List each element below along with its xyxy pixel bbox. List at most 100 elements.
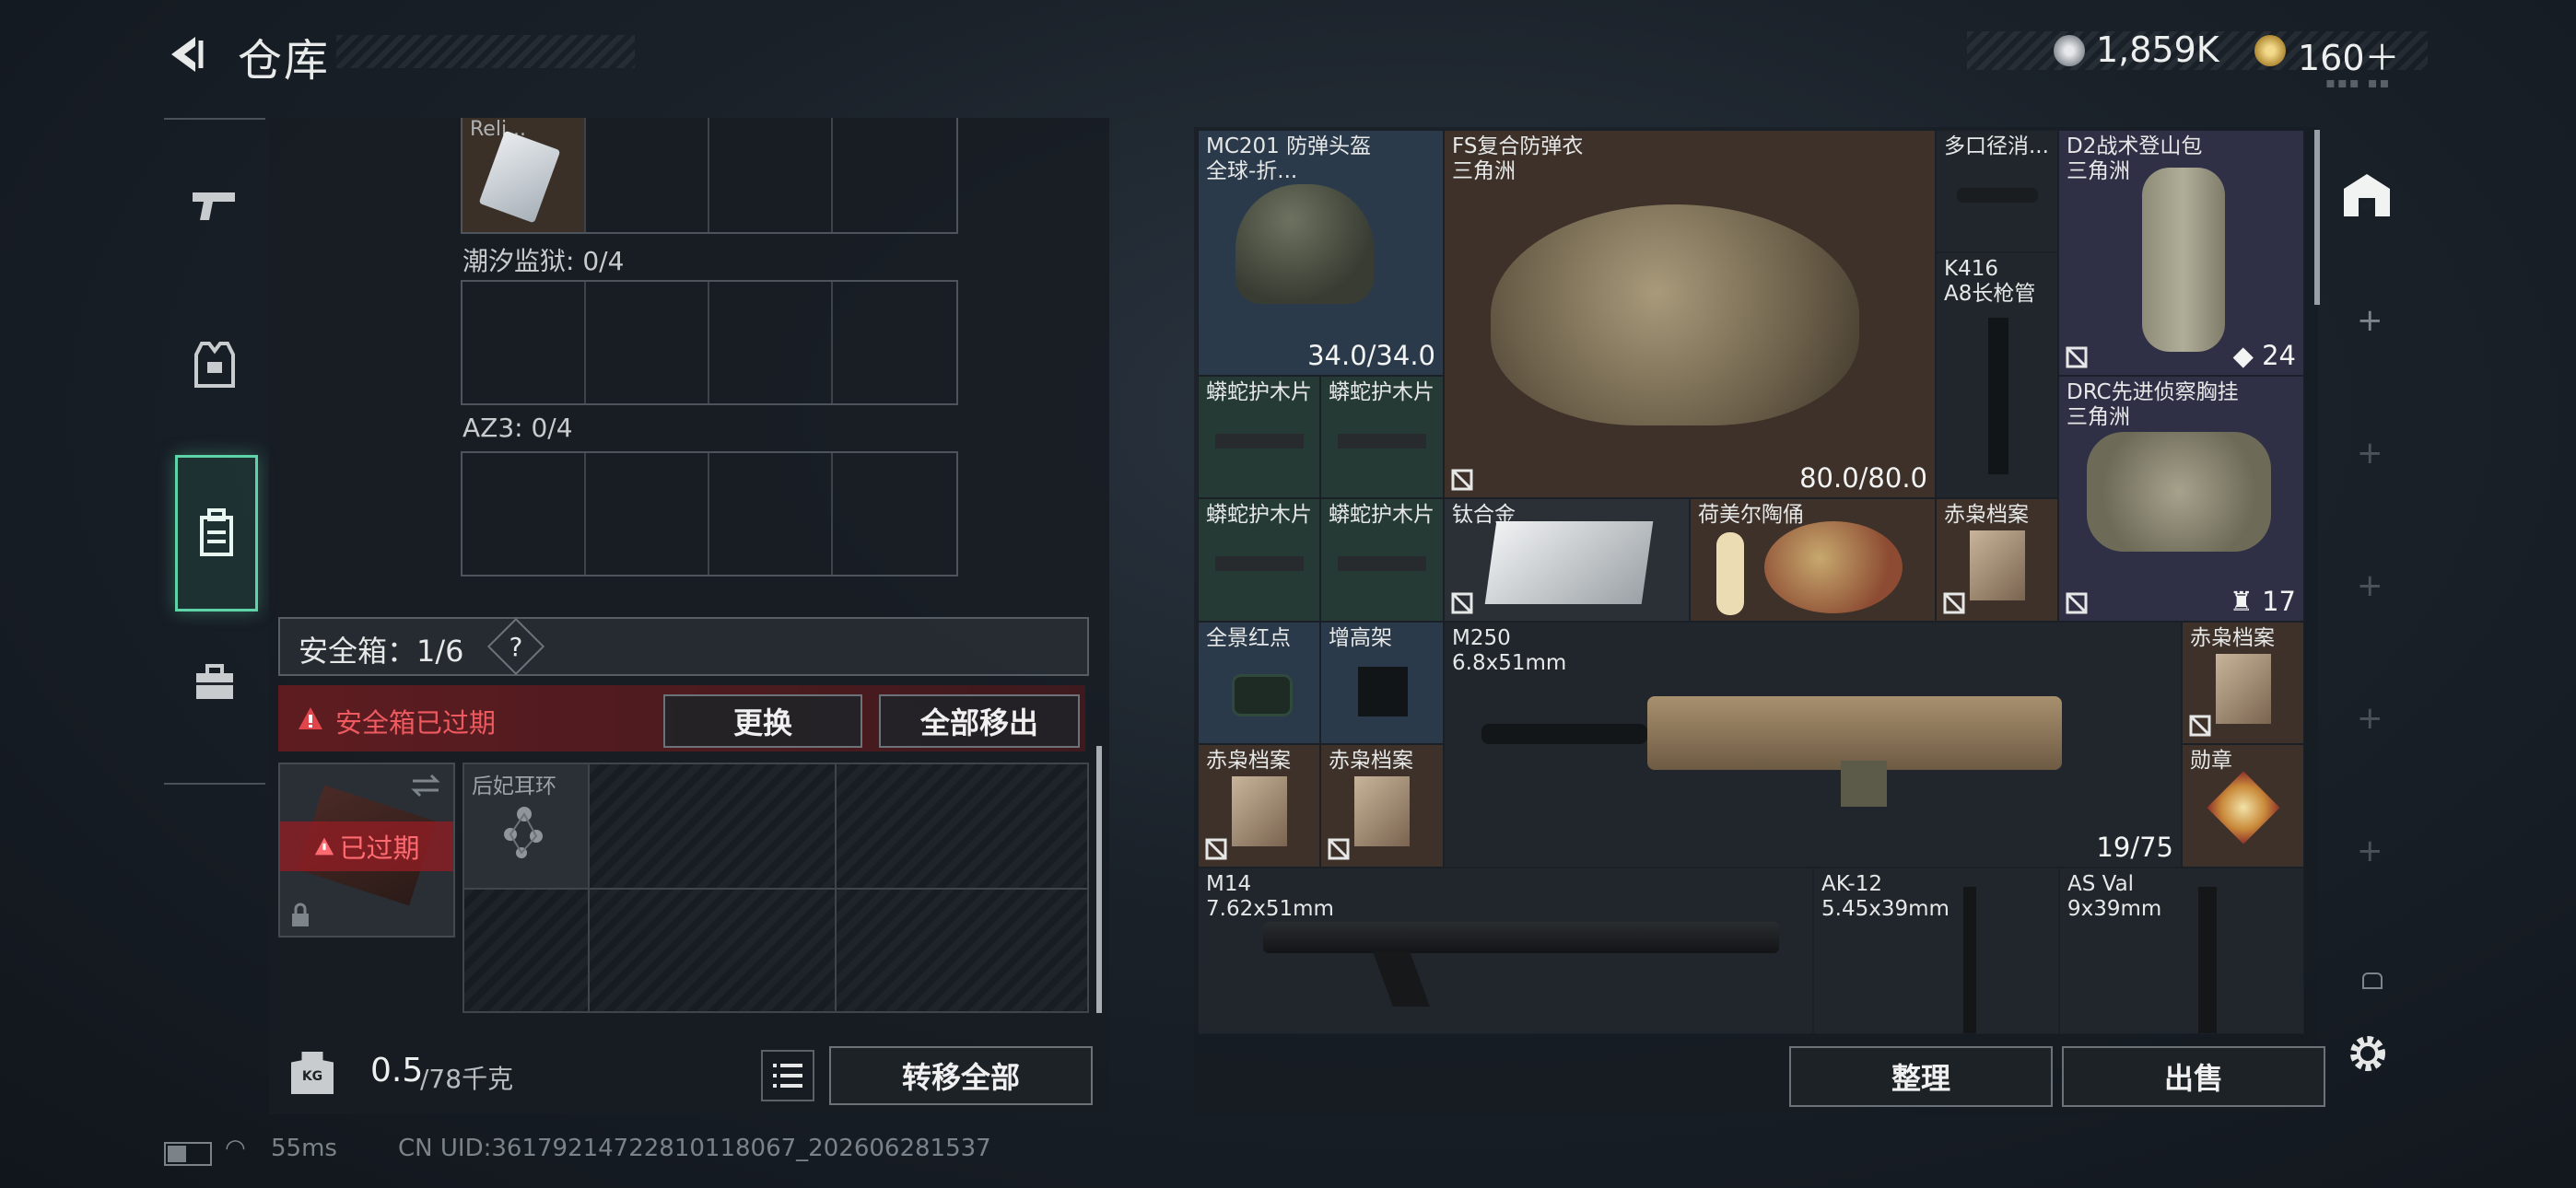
item-ak12[interactable]: AK-12 5.45x39mm: [1813, 868, 2059, 1034]
pistol-icon: [193, 192, 235, 220]
archive-image: [1232, 776, 1287, 846]
no-insure-icon: [2066, 346, 2088, 368]
durability: 80.0/80.0: [1799, 462, 1927, 494]
barrel-image: [1988, 318, 2008, 474]
uid: CN UID:36179214722810118067_202606281537: [398, 1135, 991, 1162]
settings-button[interactable]: [2344, 1030, 2392, 1077]
item-archive[interactable]: 赤枭档案: [2182, 622, 2304, 744]
inventory-slot[interactable]: [586, 118, 709, 232]
durability: 34.0/34.0: [1307, 340, 1435, 371]
item-archive[interactable]: 赤枭档案: [1320, 744, 1444, 868]
silver-amount: 1,859K: [2096, 29, 2219, 70]
medal-image: [2207, 771, 2280, 844]
titanium-image: [1484, 521, 1654, 604]
riser-image: [1358, 667, 1408, 716]
handguard-image: [1215, 434, 1304, 448]
item-name: 赤枭档案: [1944, 503, 2029, 527]
item-archive[interactable]: 赤枭档案: [1198, 744, 1320, 868]
item-handguard[interactable]: 蟒蛇护木片: [1198, 376, 1320, 498]
item-handguard[interactable]: 蟒蛇护木片: [1198, 498, 1320, 622]
add-stash-icon[interactable]: +: [2357, 435, 2383, 472]
item-body-armor[interactable]: FS复合防弹衣 三角洲 80.0/80.0: [1444, 130, 1936, 498]
item-name: 后妃耳环: [472, 775, 556, 798]
armor-tab[interactable]: [184, 335, 245, 396]
home-stash-icon: [2344, 174, 2390, 216]
tools-tab[interactable]: [184, 652, 245, 713]
stash-scrollbar[interactable]: [2314, 130, 2320, 305]
sort-button[interactable]: 整理: [1789, 1046, 2053, 1107]
list-view-button[interactable]: [761, 1050, 814, 1101]
inventory-slot[interactable]: [586, 453, 709, 575]
item-name: AK-12 5.45x39mm: [1821, 872, 1950, 921]
item-asval[interactable]: AS Val 9x39mm: [2059, 868, 2304, 1034]
inventory-slot[interactable]: Reli...: [463, 118, 586, 232]
card-item-image: [478, 130, 561, 224]
item-medal[interactable]: 勋章: [2182, 744, 2304, 868]
gold-amount[interactable]: 160＋: [2298, 29, 2400, 80]
container-grid-top: Reli...: [461, 118, 958, 234]
category-rail: [164, 118, 265, 785]
item-riser[interactable]: 增高架: [1320, 622, 1444, 744]
add-stash-icon[interactable]: +: [2357, 302, 2383, 339]
inventory-slot[interactable]: [586, 282, 709, 403]
remove-all-button[interactable]: 全部移出: [879, 694, 1080, 748]
m250-image: [1647, 696, 2062, 770]
item-m250[interactable]: M250 6.8x51mm 19/75: [1444, 622, 2182, 868]
inventory-slot[interactable]: 后妃耳环: [464, 764, 590, 890]
helmet-image: [1235, 184, 1374, 304]
inventory-slot[interactable]: [833, 453, 956, 575]
add-stash-icon[interactable]: +: [2357, 700, 2383, 737]
left-scrollbar[interactable]: [1096, 746, 1102, 1013]
lock-icon: [292, 903, 309, 926]
weapon-tab[interactable]: [184, 175, 245, 236]
item-name: M250 6.8x51mm: [1452, 626, 1567, 675]
gold-coin-icon: [2254, 35, 2286, 66]
handguard-image: [1215, 556, 1304, 571]
handguard-image: [1338, 434, 1426, 448]
red-dot-image: [1232, 674, 1293, 716]
no-insure-icon: [1205, 838, 1227, 860]
item-red-dot[interactable]: 全景红点: [1198, 622, 1320, 744]
inventory-slot[interactable]: [709, 282, 833, 403]
item-handguard[interactable]: 蟒蛇护木片: [1320, 498, 1444, 622]
sell-button[interactable]: 出售: [2062, 1046, 2325, 1107]
stash-tab-main[interactable]: [2336, 164, 2397, 225]
safebox-header: 安全箱：1/6 ?: [278, 617, 1089, 676]
item-m14[interactable]: M14 7.62x51mm: [1198, 868, 1813, 1034]
item-figurine[interactable]: 荷美尔陶俑: [1690, 498, 1936, 622]
backpack-icon-wrap: [189, 506, 244, 561]
inventory-slot[interactable]: [833, 282, 956, 403]
item-suppressor[interactable]: 多口径消...: [1936, 130, 2058, 252]
item-name: 蟒蛇护木片: [1329, 380, 1434, 404]
transfer-all-button[interactable]: 转移全部: [829, 1046, 1093, 1105]
item-archive[interactable]: 赤枭档案: [1936, 498, 2058, 622]
help-icon[interactable]: ?: [486, 617, 545, 676]
item-titanium[interactable]: 钛合金: [1444, 498, 1690, 622]
item-handguard[interactable]: 蟒蛇护木片: [1320, 376, 1444, 498]
safebox-case-slot[interactable]: 已过期: [278, 763, 455, 938]
inventory-slot[interactable]: [709, 118, 833, 232]
section-label: AZ3: 0/4: [463, 413, 573, 443]
inventory-slot[interactable]: [463, 282, 586, 403]
m14-image: [1263, 922, 1779, 953]
item-barrel[interactable]: K416 A8长枪管: [1936, 252, 2058, 498]
ping: 55ms: [271, 1135, 337, 1162]
item-chest-rig[interactable]: DRC先进侦察胸挂 三角洲 ♜ 17: [2058, 376, 2304, 622]
inventory-slot[interactable]: [463, 453, 586, 575]
item-backpack[interactable]: D2战术登山包 三角洲 ◆ 24: [2058, 130, 2304, 376]
item-name: 蟒蛇护木片: [1206, 380, 1312, 404]
archive-image: [2216, 654, 2271, 724]
item-helmet[interactable]: MC201 防弹头盔 全球-折... 34.0/34.0: [1198, 130, 1444, 376]
backpack-tab[interactable]: [175, 455, 258, 611]
figurine-image: [1716, 532, 1744, 615]
add-stash-icon[interactable]: +: [2357, 833, 2383, 869]
item-name: 增高架: [1329, 626, 1392, 650]
replace-button[interactable]: 更换: [663, 694, 862, 748]
inventory-slot[interactable]: [709, 453, 833, 575]
inventory-slot[interactable]: [833, 118, 956, 232]
item-name: MC201 防弹头盔 全球-折...: [1206, 134, 1372, 183]
warning-icon: [299, 707, 322, 729]
no-insure-icon: [2189, 715, 2211, 737]
add-stash-icon[interactable]: +: [2357, 567, 2383, 604]
back-button[interactable]: [164, 31, 210, 77]
